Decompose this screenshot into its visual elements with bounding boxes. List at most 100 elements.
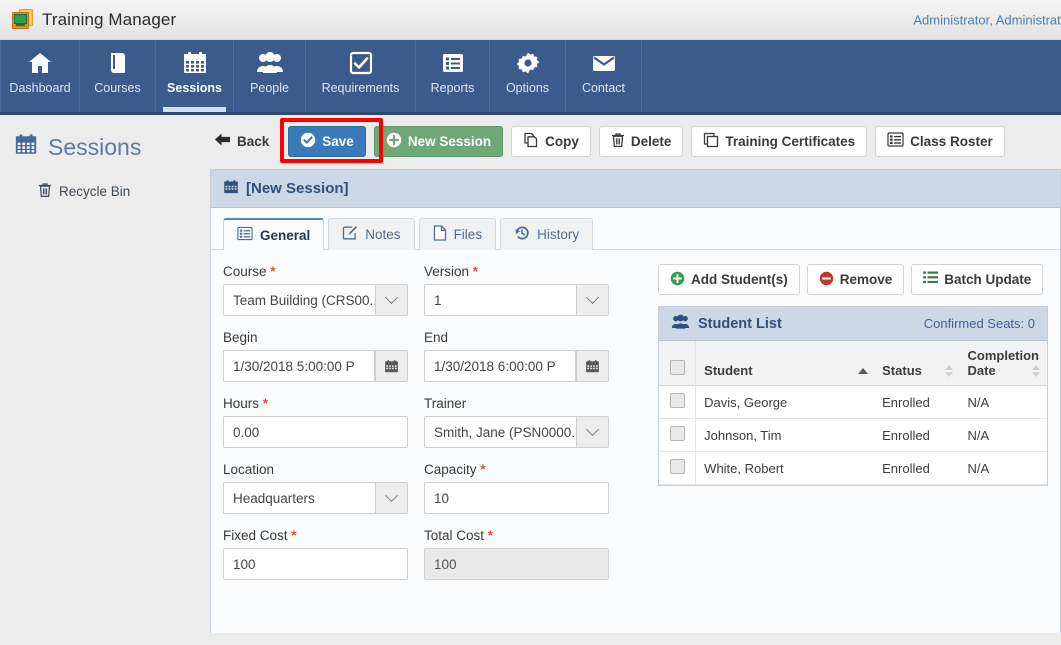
total-cost-input xyxy=(424,548,609,580)
sort-none-icon xyxy=(945,365,954,377)
course-select[interactable]: Team Building (CRS00.. xyxy=(223,284,408,316)
chevron-down-icon[interactable] xyxy=(576,416,609,448)
trainer-label: Trainer xyxy=(424,396,609,411)
nav-item-courses[interactable]: Courses xyxy=(80,40,156,112)
calendar-icon[interactable] xyxy=(375,350,408,382)
chevron-down-icon[interactable] xyxy=(375,482,408,514)
row-checkbox[interactable] xyxy=(670,459,685,474)
minus-circle-icon xyxy=(819,271,834,289)
sidebar-item-recycle-bin[interactable]: Recycle Bin xyxy=(38,182,210,201)
end-input[interactable] xyxy=(424,350,576,382)
nav-item-requirements[interactable]: Requirements xyxy=(306,40,416,112)
column-header-completion-date[interactable]: Completion Date xyxy=(960,341,1048,386)
nav-label-contact: Contact xyxy=(582,81,625,95)
fixed-cost-input[interactable] xyxy=(223,548,408,580)
row-select-cell[interactable] xyxy=(659,386,696,419)
add-students-button[interactable]: Add Student(s) xyxy=(658,264,800,295)
location-label: Location xyxy=(223,462,408,477)
nav-item-dashboard[interactable]: Dashboard xyxy=(0,40,80,112)
checkbox-icon xyxy=(349,51,373,75)
column-header-student[interactable]: Student xyxy=(696,341,874,386)
back-button[interactable]: Back xyxy=(210,126,280,157)
nav-item-people[interactable]: People xyxy=(234,40,306,112)
current-user-link[interactable]: Administrator, Administrato xyxy=(913,12,1061,27)
class-roster-button[interactable]: Class Roster xyxy=(875,126,1005,157)
calendar-icon[interactable] xyxy=(576,350,609,382)
app-logo-icon xyxy=(12,9,34,30)
tab-label-notes: Notes xyxy=(365,227,400,242)
copy-button[interactable]: Copy xyxy=(511,126,591,157)
check-circle-icon xyxy=(300,132,316,151)
title-bar: Training Manager Administrator, Administ… xyxy=(0,0,1061,40)
begin-input[interactable] xyxy=(223,350,375,382)
nav-item-sessions[interactable]: Sessions xyxy=(156,40,234,112)
delete-label: Delete xyxy=(631,134,672,149)
hours-control[interactable] xyxy=(223,416,408,448)
session-form: Course * Team Building (CRS00.. Version xyxy=(223,264,643,594)
list-icon xyxy=(237,226,253,244)
tab-general[interactable]: General xyxy=(223,218,324,250)
column-header-status[interactable]: Status xyxy=(874,341,959,386)
session-panel: [New Session] General xyxy=(210,169,1061,633)
field-hours: Hours * xyxy=(223,396,408,448)
session-title: [New Session] xyxy=(246,180,349,197)
tab-files[interactable]: Files xyxy=(419,218,497,250)
tab-history[interactable]: History xyxy=(500,218,593,250)
form-row-hours-trainer: Hours * Trainer Smith, Jane (PSN0000... xyxy=(223,396,643,448)
row-select-cell[interactable] xyxy=(659,452,696,485)
hours-label-text: Hours xyxy=(223,396,259,411)
confirmed-seats: Confirmed Seats: 0 xyxy=(924,316,1035,331)
sort-ascending-icon xyxy=(858,368,868,374)
chevron-down-icon[interactable] xyxy=(375,284,408,316)
version-select[interactable]: 1 xyxy=(424,284,609,316)
tab-label-files: Files xyxy=(454,227,483,242)
required-marker: * xyxy=(270,264,275,279)
capacity-control[interactable] xyxy=(424,482,609,514)
table-row[interactable]: White, Robert Enrolled N/A xyxy=(659,452,1047,485)
row-checkbox[interactable] xyxy=(670,393,685,408)
nav-label-sessions: Sessions xyxy=(167,81,222,95)
main-navigation: Dashboard Courses xyxy=(0,40,1061,115)
cell-status: Enrolled xyxy=(874,419,959,452)
cell-status: Enrolled xyxy=(874,386,959,419)
tab-label-general: General xyxy=(260,228,310,243)
training-certificates-button[interactable]: Training Certificates xyxy=(691,126,867,157)
nav-label-options: Options xyxy=(506,81,549,95)
column-label-student: Student xyxy=(704,363,752,378)
cell-completion-date: N/A xyxy=(960,419,1048,452)
remove-students-button[interactable]: Remove xyxy=(807,264,905,295)
end-datetime[interactable] xyxy=(424,350,609,382)
field-version: Version * 1 xyxy=(424,264,609,316)
select-all-header[interactable] xyxy=(659,341,696,386)
field-fixed-cost: Fixed Cost * xyxy=(223,528,408,580)
nav-item-contact[interactable]: Contact xyxy=(566,40,642,112)
save-button[interactable]: Save xyxy=(288,126,366,157)
delete-button[interactable]: Delete xyxy=(599,126,684,157)
trash-icon xyxy=(611,132,625,151)
begin-datetime[interactable] xyxy=(223,350,408,382)
class-roster-label: Class Roster xyxy=(910,134,993,149)
batch-update-button[interactable]: Batch Update xyxy=(911,264,1043,295)
history-icon xyxy=(514,225,530,244)
gear-icon xyxy=(516,51,540,75)
new-session-button[interactable]: New Session xyxy=(374,126,503,157)
nav-item-options[interactable]: Options xyxy=(490,40,566,112)
nav-label-reports: Reports xyxy=(431,81,475,95)
nav-label-dashboard: Dashboard xyxy=(9,81,70,95)
student-section: Add Student(s) Remove xyxy=(643,264,1048,594)
hours-input[interactable] xyxy=(223,416,408,448)
capacity-input[interactable] xyxy=(424,482,609,514)
row-checkbox[interactable] xyxy=(670,426,685,441)
remove-students-label: Remove xyxy=(840,272,893,287)
capacity-label-text: Capacity xyxy=(424,462,477,477)
location-select[interactable]: Headquarters xyxy=(223,482,408,514)
table-row[interactable]: Davis, George Enrolled N/A xyxy=(659,386,1047,419)
chevron-down-icon[interactable] xyxy=(576,284,609,316)
select-all-checkbox[interactable] xyxy=(670,360,685,375)
tab-notes[interactable]: Notes xyxy=(328,218,414,250)
table-row[interactable]: Johnson, Tim Enrolled N/A xyxy=(659,419,1047,452)
nav-item-reports[interactable]: Reports xyxy=(416,40,490,112)
trainer-select[interactable]: Smith, Jane (PSN0000... xyxy=(424,416,609,448)
fixed-cost-control[interactable] xyxy=(223,548,408,580)
row-select-cell[interactable] xyxy=(659,419,696,452)
